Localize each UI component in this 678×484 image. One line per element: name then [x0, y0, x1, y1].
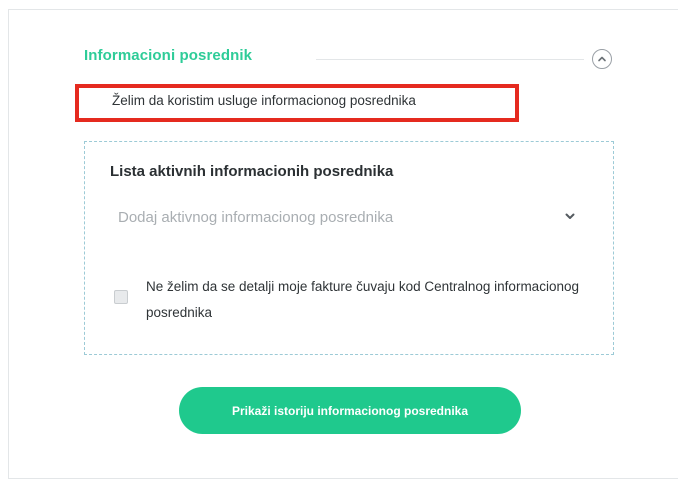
section-divider: [316, 59, 584, 60]
checkbox-label: Ne želim da se detalji moje fakture čuva…: [146, 279, 579, 320]
use-intermediary-option[interactable]: Želim da koristim usluge informacionog p…: [112, 93, 416, 108]
show-history-button[interactable]: Prikaži istoriju informacionog posrednik…: [179, 387, 521, 434]
panel-title: Lista aktivnih informacionih posrednika: [110, 163, 394, 180]
intermediary-select[interactable]: Dodaj aktivnog informacionog posrednika: [110, 197, 588, 237]
store-details-checkbox[interactable]: [114, 290, 128, 304]
select-value: Dodaj aktivnog informacionog posrednika: [118, 208, 394, 226]
section-title: Informacioni posrednik: [84, 47, 253, 64]
chevron-down-icon: [565, 213, 575, 219]
chevron-up-icon: [598, 56, 606, 62]
collapse-button[interactable]: [592, 49, 612, 69]
